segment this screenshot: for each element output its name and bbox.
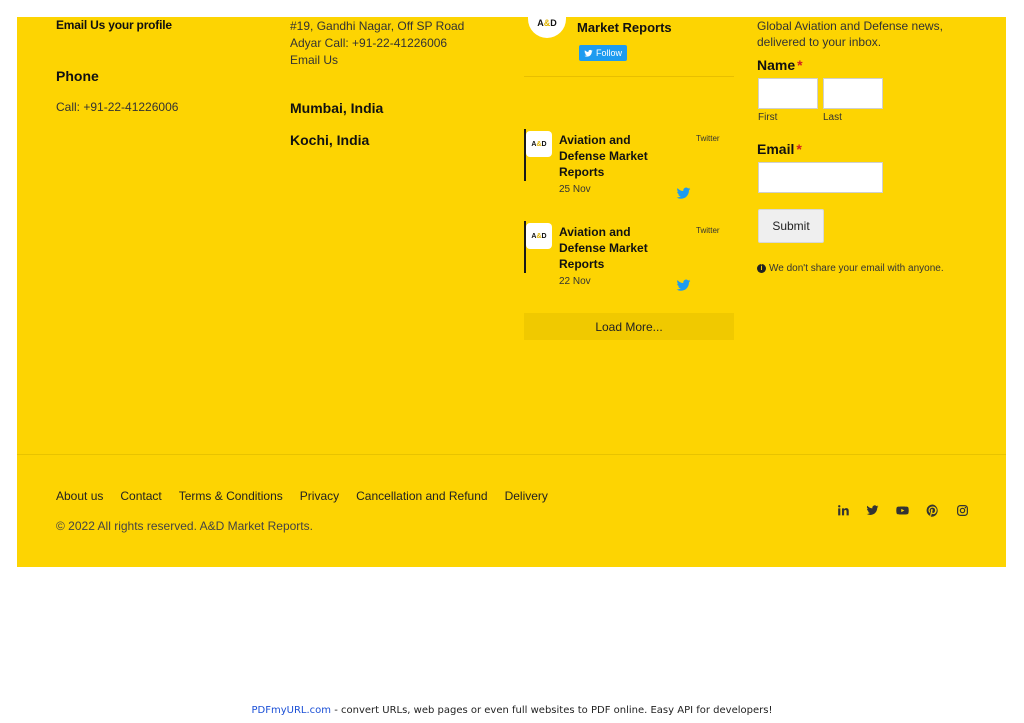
required-mark: * (797, 57, 803, 73)
tweet-date[interactable]: 25 Nov (559, 184, 591, 195)
address-line-1: #19, Gandhi Nagar, Off SP Road (290, 19, 465, 33)
pdfmyurl-link[interactable]: PDFmyURL.com (252, 705, 332, 716)
tweet-author[interactable]: Aviation and Defense Market Reports (559, 224, 674, 272)
footer-nav: About us Contact Terms & Conditions Priv… (56, 489, 565, 503)
name-field-label: Name * (757, 57, 803, 73)
footer-link-contact[interactable]: Contact (120, 489, 161, 503)
privacy-note: i We don't share your email with anyone. (757, 263, 944, 274)
avatar-letter: D (541, 140, 547, 148)
tweet-source[interactable]: Twitter (696, 226, 720, 235)
copyright: © 2022 All rights reserved. A&D Market R… (56, 519, 313, 533)
load-more-button[interactable]: Load More... (524, 313, 734, 340)
account-avatar[interactable]: A & D (528, 17, 566, 38)
phone-heading: Phone (56, 68, 99, 84)
follow-button[interactable]: Follow (579, 45, 628, 61)
tagline-line-1: Global Aviation and Defense news, (757, 19, 943, 33)
footer-divider (17, 454, 1006, 455)
required-mark: * (796, 141, 802, 157)
address-line-2: Adyar Call: +91-22-41226006 (290, 36, 448, 50)
city-mumbai: Mumbai, India (290, 100, 384, 116)
info-icon: i (757, 264, 766, 273)
linkedin-icon[interactable] (835, 503, 849, 517)
avatar-letter: D (541, 232, 547, 240)
follow-label: Follow (596, 48, 623, 58)
tweet-item[interactable]: A & D Aviation and Defense Market Reports … (524, 221, 734, 309)
office-address: #19, Gandhi Nagar, Off SP Road Adyar Cal… (290, 18, 464, 69)
twitter-feed-header: A&D Aviation and Defense Market Reports … (524, 17, 734, 77)
pdf-banner-message: - convert URLs, web pages or even full w… (331, 705, 773, 716)
email-profile-link[interactable]: Email Us your profile (56, 18, 172, 32)
footer-link-privacy[interactable]: Privacy (300, 489, 339, 503)
city-kochi: Kochi, India (290, 132, 370, 148)
tagline-line-2: delivered to your inbox. (757, 35, 882, 49)
social-links (835, 503, 969, 517)
first-name-input[interactable] (758, 78, 818, 109)
name-label-text: Name (757, 57, 796, 73)
account-name[interactable]: Aviation and Defense Market Reports (577, 17, 737, 36)
email-field-label: Email * (757, 141, 802, 157)
footer-link-delivery[interactable]: Delivery (505, 489, 548, 503)
twitter-bird-icon[interactable] (676, 279, 691, 292)
office-email-link[interactable]: Email Us (290, 52, 464, 69)
twitter-bird-icon (584, 49, 593, 57)
submit-button[interactable]: Submit (758, 209, 824, 243)
footer-link-terms[interactable]: Terms & Conditions (179, 489, 283, 503)
last-name-input[interactable] (823, 78, 883, 109)
footer-link-about[interactable]: About us (56, 489, 103, 503)
youtube-icon[interactable] (895, 503, 909, 517)
privacy-note-text: We don't share your email with anyone. (769, 263, 944, 274)
twitter-icon[interactable] (865, 503, 879, 517)
last-name-sublabel: Last (823, 112, 842, 123)
avatar-letter: D (550, 18, 557, 28)
email-label-text: Email (757, 141, 795, 157)
newsletter-tagline: Global Aviation and Defense news, delive… (757, 18, 943, 50)
pdf-banner: PDFmyURL.com - convert URLs, web pages o… (0, 705, 1024, 716)
tweet-date[interactable]: 22 Nov (559, 276, 591, 287)
first-name-sublabel: First (758, 112, 778, 123)
pinterest-icon[interactable] (925, 503, 939, 517)
instagram-icon[interactable] (955, 503, 969, 517)
site-footer: Email Us your profile Phone Call: +91-22… (17, 17, 1006, 567)
phone-number: Call: +91-22-41226006 (56, 100, 179, 114)
tweet-source[interactable]: Twitter (696, 134, 720, 143)
twitter-bird-icon[interactable] (676, 187, 691, 200)
tweet-avatar[interactable]: A & D (526, 223, 552, 249)
tweet-avatar[interactable]: A & D (526, 131, 552, 157)
tweet-author[interactable]: Aviation and Defense Market Reports (559, 132, 674, 180)
footer-link-refund[interactable]: Cancellation and Refund (356, 489, 487, 503)
tweet-item[interactable]: A & D Aviation and Defense Market Reports … (524, 129, 734, 217)
email-input[interactable] (758, 162, 883, 193)
